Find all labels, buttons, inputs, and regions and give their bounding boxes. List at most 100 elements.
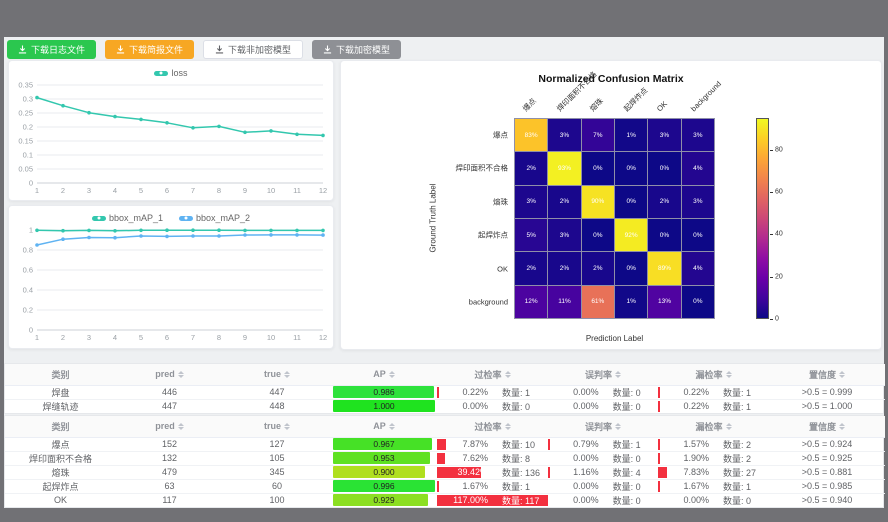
column-label: 爆点 <box>521 96 539 114</box>
confidence-cell: >0.5 = 0.999 <box>769 385 885 399</box>
legend-item-bbox_mAP_2[interactable]: bbox_mAP_2 <box>179 213 250 223</box>
column-header-6[interactable]: 漏检率 <box>658 364 769 385</box>
legend-item-bbox_mAP_1[interactable]: bbox_mAP_1 <box>92 213 163 223</box>
column-header-4[interactable]: 过检率 <box>437 416 548 437</box>
over-rate-count: 数量: 1 <box>502 386 530 399</box>
svg-text:1: 1 <box>35 333 39 342</box>
matrix-cell: 93% <box>548 152 580 184</box>
column-header-1[interactable]: pred <box>116 364 223 385</box>
matrix-cell: 3% <box>682 119 714 151</box>
misjudge-rate-percent: 0.00% <box>548 495 599 505</box>
mis-rate-td: 0.00%数量: 0 <box>548 399 658 413</box>
column-header-3[interactable]: AP <box>331 416 437 437</box>
ap-cell: 0.996 <box>331 479 437 493</box>
header-label: 过检率 <box>474 368 501 381</box>
over-rate-cell: 0.22%数量: 1 <box>437 386 548 399</box>
sort-icon[interactable] <box>389 371 395 378</box>
toolbar: 下载日志文件下载简报文件下载非加密模型 下载加密模型 <box>7 40 401 59</box>
sort-icon[interactable] <box>726 423 732 430</box>
miss-rate-count: 数量: 2 <box>723 438 751 451</box>
header-label: AP <box>373 421 386 431</box>
legend-label: loss <box>171 68 187 78</box>
column-header-7[interactable]: 置信度 <box>769 416 885 437</box>
sort-asc-caret <box>389 423 395 426</box>
column-header-6[interactable]: 漏检率 <box>658 416 769 437</box>
table-row: 熔珠4793450.90039.42%数量: 1361.16%数量: 47.83… <box>5 465 885 479</box>
button-label: 下载加密模型 <box>336 43 390 56</box>
sort-desc-caret <box>389 427 395 430</box>
colorbar <box>756 118 769 319</box>
per-class-metrics-table-2: 类别predtrueAP过检率误判率漏检率置信度爆点1521270.9677.8… <box>4 415 884 508</box>
column-header-7[interactable]: 置信度 <box>769 364 885 385</box>
sort-icon[interactable] <box>615 371 621 378</box>
svg-text:0.05: 0.05 <box>18 165 33 174</box>
row-label: 起焊炸点 <box>478 230 508 241</box>
ap-bar-wrap: 0.953 <box>333 452 435 464</box>
matrix-cell: 3% <box>648 119 680 151</box>
misjudge-rate-percent: 0.00% <box>548 453 599 463</box>
download-unencrypted-model-button[interactable]: 下载非加密模型 <box>203 40 303 59</box>
mis-rate-td: 0.00%数量: 0 <box>548 493 658 507</box>
class-name-cell: 爆点 <box>5 437 116 451</box>
sort-icon[interactable] <box>839 371 845 378</box>
true-cell: 345 <box>223 465 331 479</box>
misjudge-rate-cell: 0.00%数量: 0 <box>548 386 658 399</box>
metrics-table: 类别predtrueAP过检率误判率漏检率置信度爆点1521270.9677.8… <box>5 416 885 507</box>
download-icon <box>18 45 27 54</box>
header-label-wrap: 误判率 <box>585 368 621 381</box>
sort-icon[interactable] <box>178 423 184 430</box>
header-label: 置信度 <box>809 420 836 433</box>
table-row: OK1171000.929117.00%数量: 1170.00%数量: 00.0… <box>5 493 885 507</box>
sort-icon[interactable] <box>505 371 511 378</box>
sort-desc-caret <box>615 375 621 378</box>
svg-text:12: 12 <box>319 186 327 195</box>
matrix-cell: 89% <box>648 252 680 284</box>
pred-cell: 152 <box>116 437 223 451</box>
download-brief-file-button[interactable]: 下载简报文件 <box>105 40 194 59</box>
misjudge-rate-count: 数量: 0 <box>613 400 641 413</box>
row-label: 熔珠 <box>493 196 508 207</box>
ap-bar-wrap: 0.900 <box>333 466 435 478</box>
column-header-5[interactable]: 误判率 <box>548 416 658 437</box>
pred-cell: 63 <box>116 479 223 493</box>
column-header-5[interactable]: 误判率 <box>548 364 658 385</box>
miss-rate-td: 1.57%数量: 2 <box>658 437 769 451</box>
header-label-wrap: pred <box>155 421 184 431</box>
sort-desc-caret <box>178 375 184 378</box>
matrix-cell: 0% <box>682 286 714 318</box>
column-header-2[interactable]: true <box>223 364 331 385</box>
svg-text:4: 4 <box>113 333 117 342</box>
download-encrypted-model-button[interactable]: 下载加密模型 <box>312 40 401 59</box>
matrix-cell: 0% <box>615 152 647 184</box>
misjudge-rate-cell: 0.00%数量: 0 <box>548 400 658 414</box>
sort-icon[interactable] <box>839 423 845 430</box>
sort-icon[interactable] <box>284 423 290 430</box>
header-label: true <box>264 369 281 379</box>
column-header-1[interactable]: pred <box>116 416 223 437</box>
column-header-4[interactable]: 过检率 <box>437 364 548 385</box>
matrix-cell: 5% <box>515 219 547 251</box>
sort-desc-caret <box>178 427 184 430</box>
sort-icon[interactable] <box>505 423 511 430</box>
miss-rate-cell: 0.00%数量: 0 <box>658 494 769 507</box>
ap-value: 0.986 <box>333 386 435 398</box>
legend-item-loss[interactable]: loss <box>154 68 187 78</box>
colorbar-tick-mark <box>770 277 773 278</box>
sort-icon[interactable] <box>284 371 290 378</box>
misjudge-rate-percent: 0.00% <box>548 387 599 397</box>
miss-rate-td: 0.00%数量: 0 <box>658 493 769 507</box>
sort-icon[interactable] <box>178 371 184 378</box>
row-label: background <box>469 298 508 307</box>
svg-text:0.3: 0.3 <box>23 95 33 104</box>
column-header-3[interactable]: AP <box>331 364 437 385</box>
column-header-2[interactable]: true <box>223 416 331 437</box>
per-class-metrics-table-1: 类别predtrueAP过检率误判率漏检率置信度焊盘4464470.9860.2… <box>4 363 884 414</box>
sort-icon[interactable] <box>615 423 621 430</box>
download-log-file-button[interactable]: 下载日志文件 <box>7 40 96 59</box>
svg-text:2: 2 <box>61 333 65 342</box>
sort-icon[interactable] <box>389 423 395 430</box>
true-cell: 105 <box>223 451 331 465</box>
legend-marker <box>179 216 193 221</box>
sort-icon[interactable] <box>726 371 732 378</box>
miss-rate-cell: 1.57%数量: 2 <box>658 438 769 451</box>
